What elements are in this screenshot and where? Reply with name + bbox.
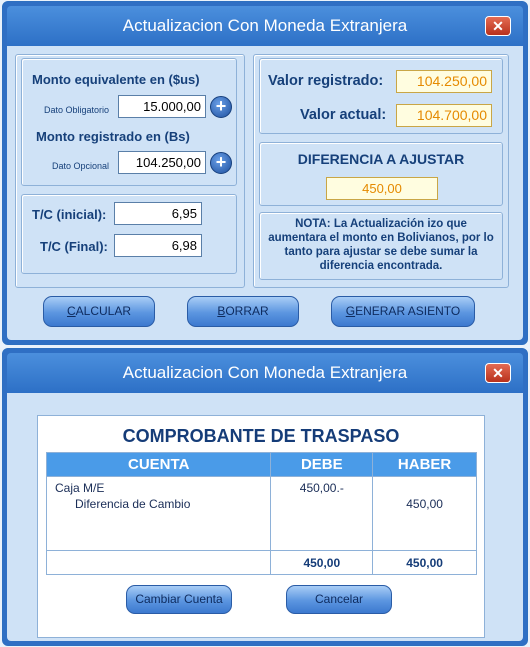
window-title: Actualizacion Con Moneda Extranjera — [122, 363, 408, 382]
close-button[interactable]: ✕ — [485, 363, 511, 383]
tc-final-label: T/C (Final): — [40, 239, 108, 254]
table-header: CUENTA DEBE HABER — [45, 452, 477, 477]
table-row[interactable]: Caja M/E Diferencia de Cambio 450,00.- 4… — [45, 476, 477, 551]
diferencia-label: DIFERENCIA A AJUSTAR — [297, 151, 465, 167]
voucher-window: Actualizacion Con Moneda Extranjera ✕ CO… — [2, 348, 528, 646]
window-client-area: Monto equivalente en ($us) Dato Obligato… — [7, 46, 523, 340]
account-name: Diferencia de Cambio — [75, 497, 191, 511]
plus-icon: + — [215, 96, 227, 116]
note-group: NOTA: La Actualización izo que aumentara… — [259, 212, 503, 280]
window-client-area: COMPROBANTE DE TRASPASO CUENTA DEBE HABE… — [7, 393, 523, 641]
note-text: NOTA: La Actualización izo que aumentara… — [268, 218, 494, 272]
valor-registrado-label: Valor registrado: — [268, 73, 384, 89]
difference-group: DIFERENCIA A AJUSTAR 450,00 — [259, 142, 503, 206]
exchange-rate-group: T/C (inicial): 6,95 T/C (Final): 6,98 — [21, 194, 237, 274]
haber-value: 450,00 — [406, 497, 443, 511]
total-haber: 450,00 — [372, 550, 477, 575]
voucher-panel: COMPROBANTE DE TRASPASO CUENTA DEBE HABE… — [37, 415, 485, 638]
monto-equivalente-label: Monto equivalente en ($us) — [32, 72, 200, 87]
close-icon: ✕ — [492, 365, 504, 381]
add-monto-equivalente-button[interactable]: + — [210, 96, 232, 118]
plus-icon: + — [215, 152, 227, 172]
window-title-bar[interactable]: Actualizacion Con Moneda Extranjera ✕ — [7, 353, 523, 393]
window-title: Actualizacion Con Moneda Extranjera — [122, 16, 408, 35]
column-cuenta: CUENTA — [45, 452, 272, 477]
close-button[interactable]: ✕ — [485, 16, 511, 36]
borrar-button[interactable]: BORRAR — [187, 296, 299, 327]
monto-equivalente-field[interactable]: 15.000,00 — [118, 95, 206, 118]
add-monto-registrado-button[interactable]: + — [210, 152, 232, 174]
diferencia-field[interactable]: 450,00 — [326, 177, 438, 200]
valor-actual-label: Valor actual: — [300, 107, 387, 123]
dato-opcional-label: Dato Opcional — [52, 161, 110, 171]
close-icon: ✕ — [492, 18, 504, 34]
total-debe: 450,00 — [270, 550, 374, 575]
cambiar-cuenta-button[interactable]: Cambiar Cuenta — [126, 585, 232, 614]
cancelar-button[interactable]: Cancelar — [286, 585, 392, 614]
debe-value: 450,00.- — [299, 481, 344, 495]
amounts-group: Monto equivalente en ($us) Dato Obligato… — [21, 58, 237, 186]
voucher-title: COMPROBANTE DE TRASPASO — [122, 426, 400, 446]
valor-registrado-field[interactable]: 104.250,00 — [396, 70, 492, 93]
account-name: Caja M/E — [55, 481, 105, 495]
generar-asiento-button[interactable]: GENERAR ASIENTO — [331, 296, 475, 327]
dato-obligatorio-label: Dato Obligatorio — [44, 105, 110, 115]
tc-inicial-label: T/C (inicial): — [32, 207, 107, 222]
totals-row: 450,00 450,00 — [45, 550, 477, 575]
calculation-window: Actualizacion Con Moneda Extranjera ✕ Mo… — [2, 1, 528, 345]
window-title-bar[interactable]: Actualizacion Con Moneda Extranjera ✕ — [7, 6, 523, 46]
tc-final-field[interactable]: 6,98 — [114, 234, 202, 257]
calcular-button[interactable]: CALCULAR — [43, 296, 155, 327]
column-debe: DEBE — [270, 452, 374, 477]
voucher-table: CUENTA DEBE HABER Caja M/E Diferencia de… — [45, 452, 477, 575]
column-haber: HABER — [372, 452, 477, 477]
values-group: Valor registrado: 104.250,00 Valor actua… — [259, 58, 503, 134]
monto-registrado-label: Monto registrado en (Bs) — [36, 129, 190, 144]
monto-registrado-field[interactable]: 104.250,00 — [118, 151, 206, 174]
valor-actual-field[interactable]: 104.700,00 — [396, 104, 492, 127]
tc-inicial-field[interactable]: 6,95 — [114, 202, 202, 225]
